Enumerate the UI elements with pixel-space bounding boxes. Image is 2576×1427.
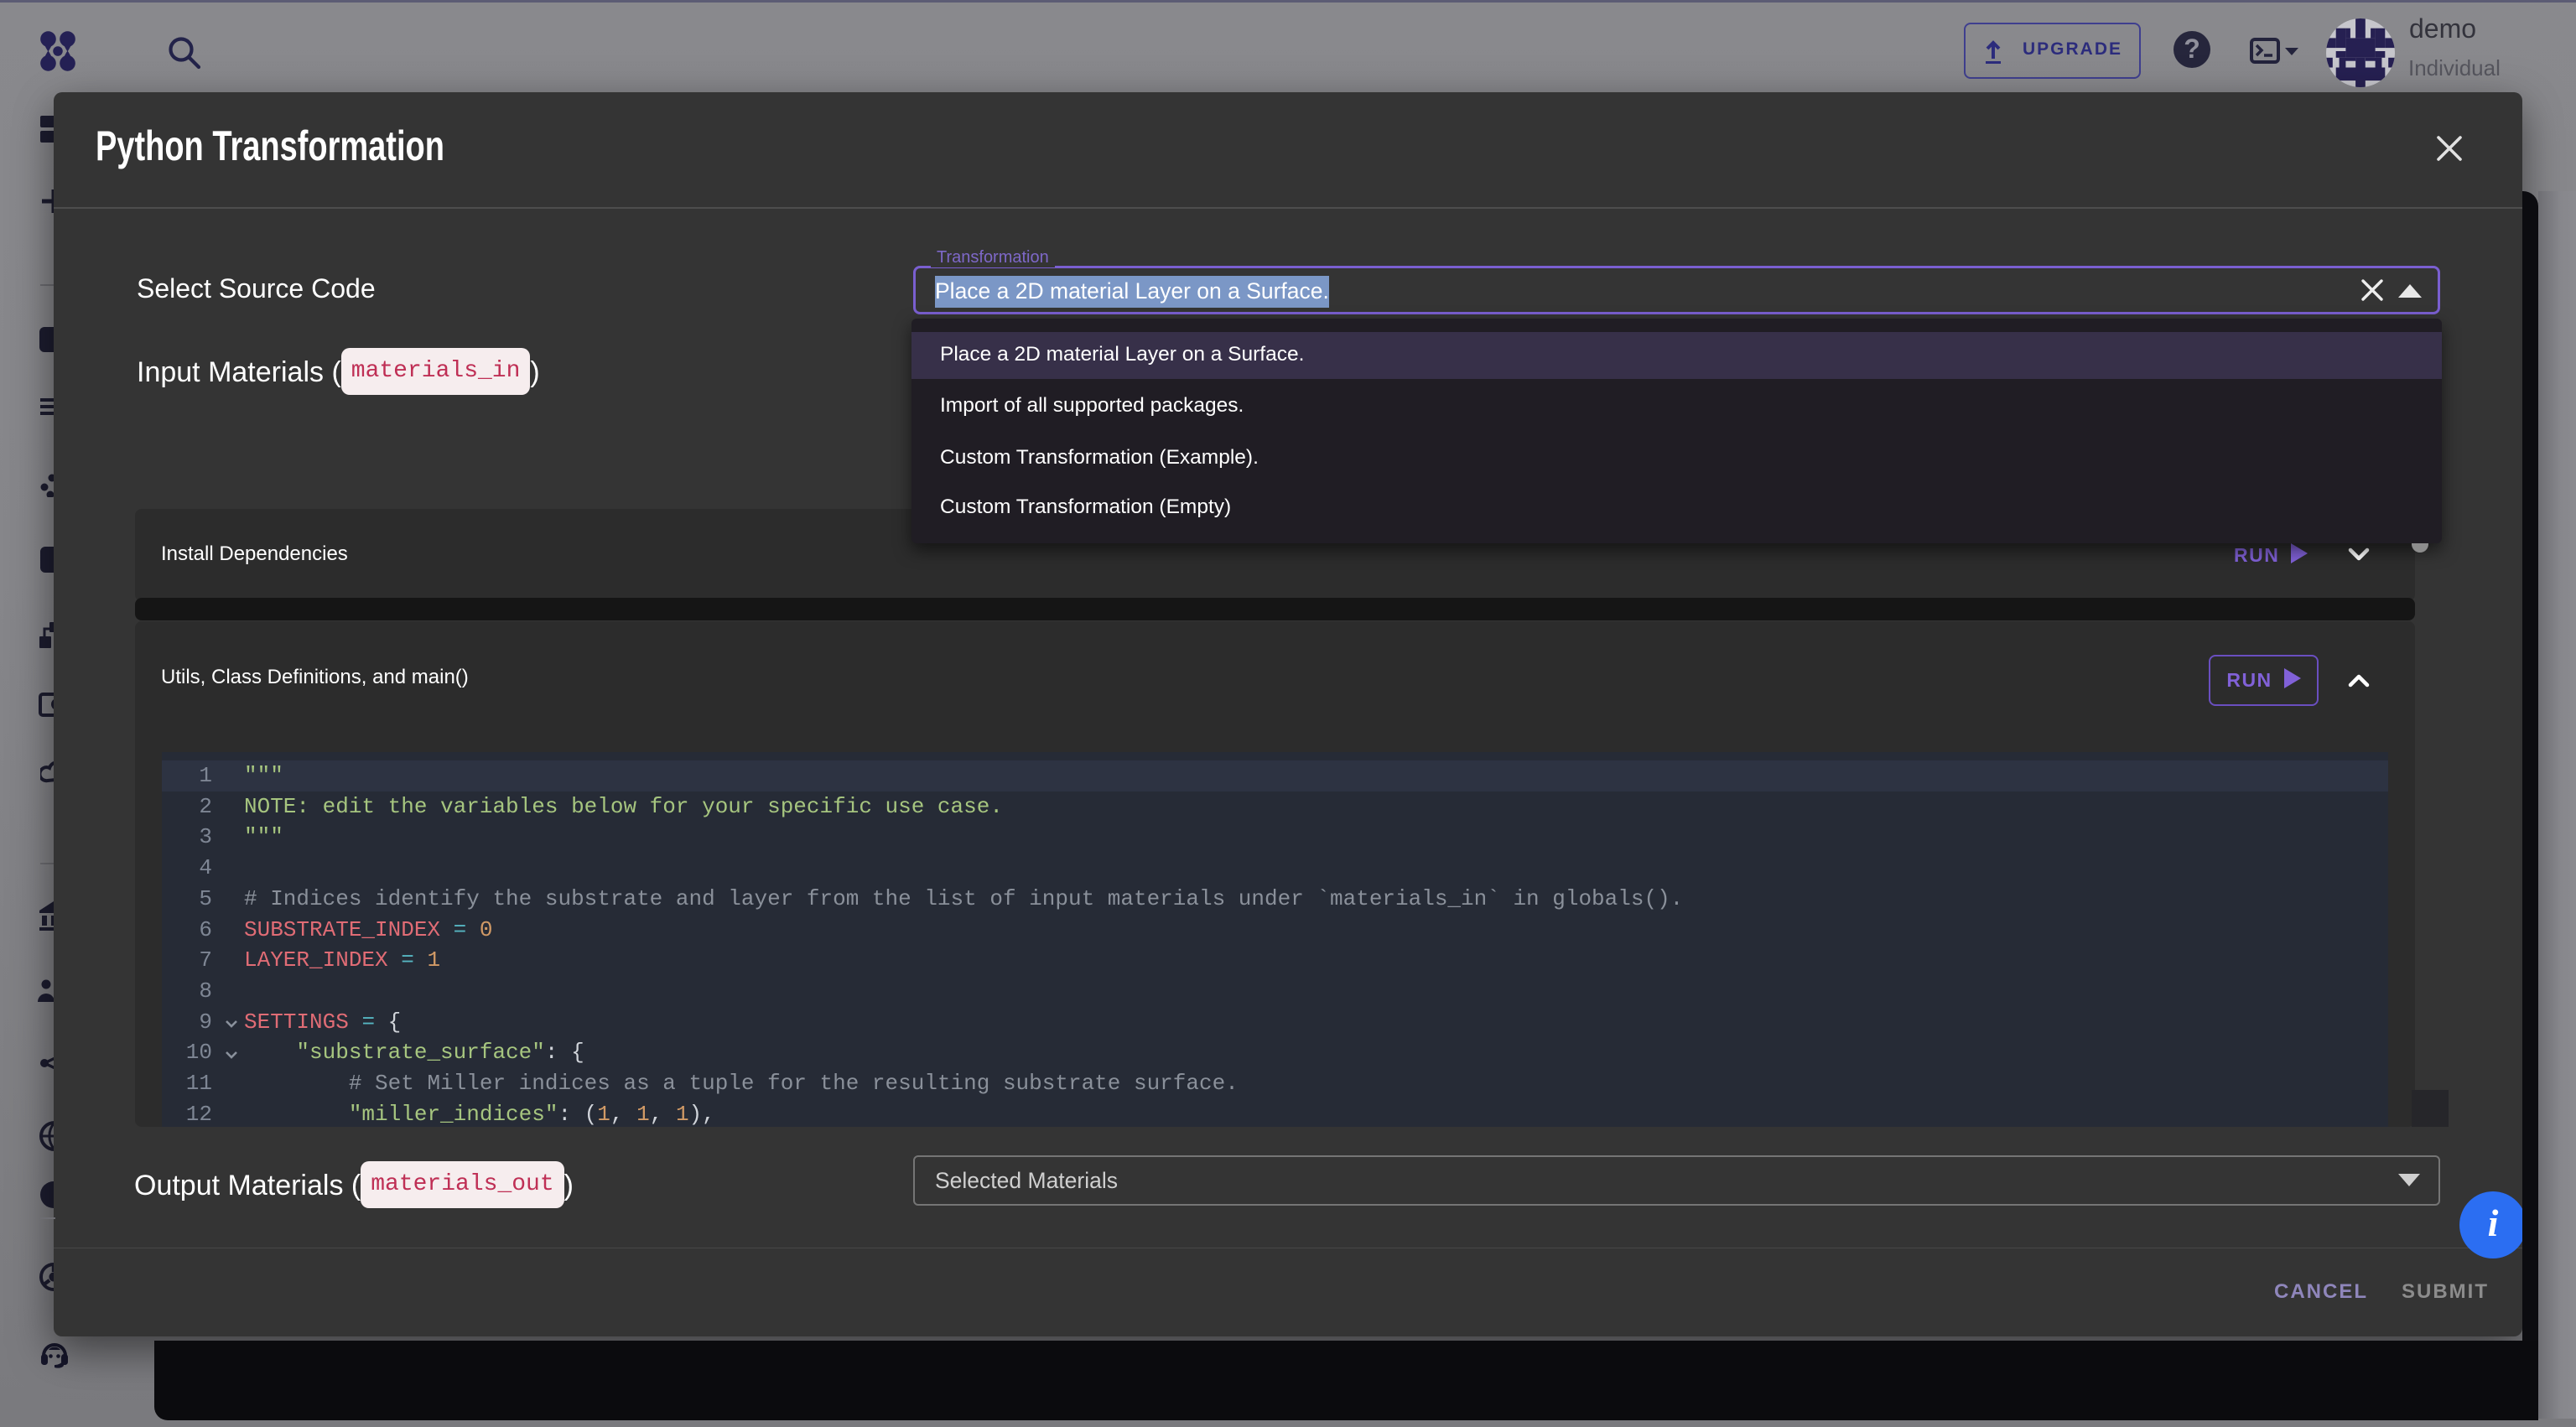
svg-text:?: ? [2184,34,2200,64]
